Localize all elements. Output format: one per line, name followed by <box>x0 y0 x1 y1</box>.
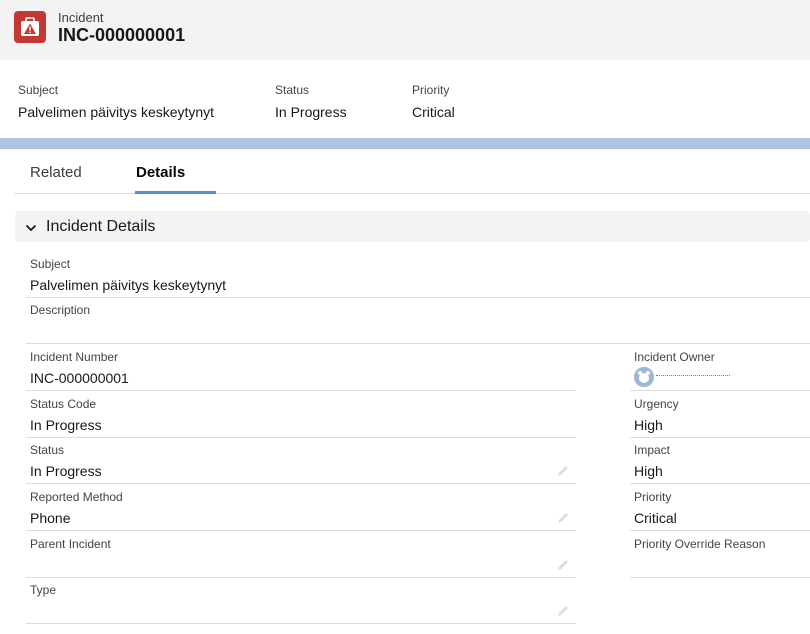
highlight-label: Subject <box>18 83 59 97</box>
field-value: In Progress <box>30 417 102 433</box>
edit-pencil-icon[interactable] <box>556 464 570 478</box>
highlight-value: In Progress <box>275 104 347 120</box>
field-value: Critical <box>634 510 677 526</box>
field-label: Reported Method <box>30 490 123 504</box>
owner-link[interactable] <box>656 375 730 376</box>
field-label: Subject <box>30 257 71 271</box>
field-value: Phone <box>30 510 71 526</box>
user-avatar-icon[interactable] <box>634 367 654 387</box>
field-priority: Priority Critical <box>630 487 810 531</box>
record-name: INC-000000001 <box>58 25 186 45</box>
highlight-label: Status <box>275 83 310 97</box>
highlight-subject: Subject Palvelimen päivitys keskeytynyt <box>18 83 214 120</box>
field-label: Priority <box>634 490 672 504</box>
field-label: Parent Incident <box>30 537 111 551</box>
edit-pencil-icon[interactable] <box>556 604 570 618</box>
field-label: Description <box>30 303 91 317</box>
field-status: Status In Progress <box>26 440 576 484</box>
field-incident-owner: Incident Owner <box>630 347 810 391</box>
field-incident-number: Incident Number INC-000000001 <box>26 347 576 391</box>
field-type: Type <box>26 580 576 624</box>
field-subject: Subject Palvelimen päivitys keskeytynyt <box>26 254 810 298</box>
chevron-down-icon <box>25 221 37 239</box>
field-priority-override-reason: Priority Override Reason <box>630 534 810 578</box>
field-description: Description <box>26 300 810 344</box>
warning-triangle-icon <box>14 11 46 43</box>
edit-pencil-icon[interactable] <box>556 558 570 572</box>
field-reported-method: Reported Method Phone <box>26 487 576 531</box>
field-label: Incident Number <box>30 350 119 364</box>
highlight-label: Priority <box>412 83 450 97</box>
field-label: Status Code <box>30 397 97 411</box>
field-label: Impact <box>634 443 671 457</box>
field-value: In Progress <box>30 463 102 479</box>
edit-pencil-icon[interactable] <box>556 511 570 525</box>
active-tab-indicator <box>135 191 216 194</box>
field-value: High <box>634 463 663 479</box>
field-label: Incident Owner <box>634 350 715 364</box>
tab-related[interactable]: Related <box>30 164 82 193</box>
highlight-value: Palvelimen päivitys keskeytynyt <box>18 104 215 120</box>
field-parent-incident: Parent Incident <box>26 534 576 578</box>
tab-details[interactable]: Details <box>136 164 185 193</box>
field-value: INC-000000001 <box>30 370 129 386</box>
field-label: Urgency <box>634 397 679 411</box>
highlight-status: Status In Progress <box>275 83 347 120</box>
highlight-priority: Priority Critical <box>412 83 455 120</box>
record-header: Incident INC-000000001 <box>0 0 810 60</box>
field-label: Type <box>30 583 57 597</box>
field-status-code: Status Code In Progress <box>26 394 576 438</box>
field-impact: Impact High <box>630 440 810 484</box>
field-value: High <box>634 417 663 433</box>
section-title: Incident Details <box>46 218 156 235</box>
object-type-label: Incident <box>58 10 104 25</box>
highlights-panel: Subject Palvelimen päivitys keskeytynyt … <box>0 60 810 138</box>
field-label: Status <box>30 443 65 457</box>
section-incident-details[interactable]: Incident Details <box>15 211 810 242</box>
field-urgency: Urgency High <box>630 394 810 438</box>
header-band <box>0 138 810 149</box>
highlight-value: Critical <box>412 104 455 120</box>
tab-bar: Related Details <box>14 150 810 194</box>
field-value: Palvelimen päivitys keskeytynyt <box>30 277 227 293</box>
field-label: Priority Override Reason <box>634 537 766 551</box>
